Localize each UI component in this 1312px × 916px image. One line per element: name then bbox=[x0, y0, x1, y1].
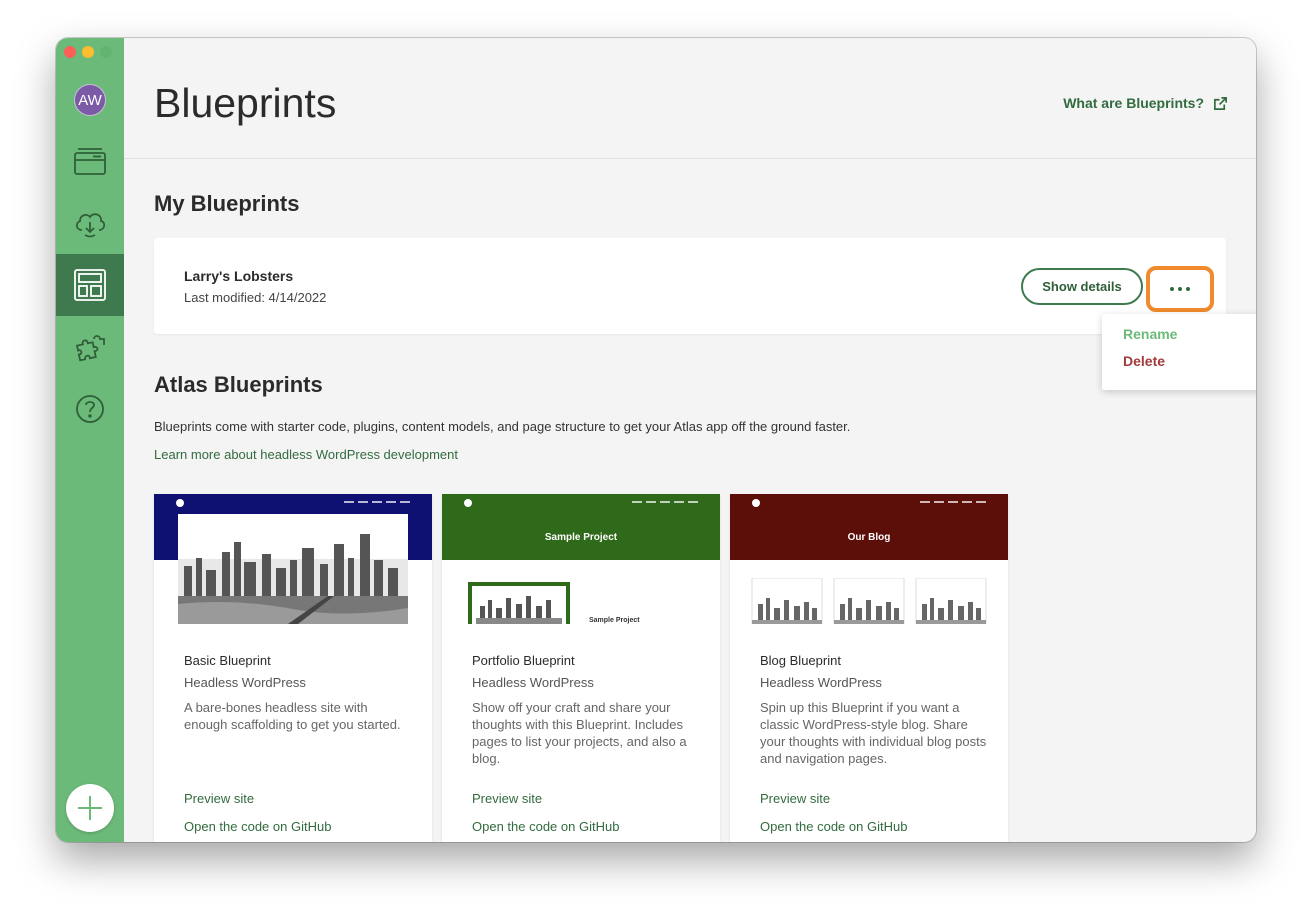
minimize-window-button[interactable] bbox=[82, 46, 94, 58]
blueprints-icon bbox=[74, 269, 106, 301]
card-title: Blog Blueprint bbox=[760, 653, 841, 668]
preview-site-link[interactable]: Preview site bbox=[760, 791, 830, 806]
more-options-button[interactable] bbox=[1146, 266, 1214, 312]
card-body: Basic Blueprint Headless WordPress A bar… bbox=[184, 653, 412, 733]
card-title: Basic Blueprint bbox=[184, 653, 271, 668]
github-link[interactable]: Open the code on GitHub bbox=[760, 819, 907, 834]
cloud-deploy-icon bbox=[75, 213, 106, 238]
thumbnail-header bbox=[730, 494, 1008, 560]
app-window: AW Blueprints What are Blueprints? My Bl… bbox=[56, 38, 1256, 842]
logo-icon bbox=[464, 499, 472, 507]
blueprint-thumbnail[interactable]: Sample Project Sample Project bbox=[442, 494, 720, 624]
ellipsis-icon-dot bbox=[1178, 287, 1182, 291]
options-menu: Rename Delete bbox=[1102, 314, 1256, 390]
thumbnail-subheading: Sample Project bbox=[589, 617, 640, 624]
card-description: Spin up this Blueprint if you want a cla… bbox=[760, 700, 987, 766]
card-title: Portfolio Blueprint bbox=[472, 653, 575, 668]
what-are-blueprints-label: What are Blueprints? bbox=[1063, 95, 1204, 111]
page-title: Blueprints bbox=[154, 80, 337, 126]
atlas-blueprints-description: Blueprints come with starter code, plugi… bbox=[154, 419, 851, 434]
sites-icon bbox=[74, 148, 106, 175]
learn-more-link[interactable]: Learn more about headless WordPress deve… bbox=[154, 447, 458, 462]
card-description: Show off your craft and share your thoug… bbox=[472, 700, 687, 766]
preview-site-link[interactable]: Preview site bbox=[184, 791, 254, 806]
card-body: Blog Blueprint Headless WordPress Spin u… bbox=[760, 653, 988, 767]
card-subtitle: Headless WordPress bbox=[760, 675, 882, 690]
preview-site-link[interactable]: Preview site bbox=[472, 791, 542, 806]
thumbnail-nav bbox=[920, 501, 986, 503]
github-link[interactable]: Open the code on GitHub bbox=[472, 819, 619, 834]
card-description: A bare-bones headless site with enough s… bbox=[184, 700, 401, 732]
thumbnail-header bbox=[442, 494, 720, 560]
blueprint-last-modified: Last modified: 4/14/2022 bbox=[184, 290, 327, 305]
sidebar-item-help[interactable] bbox=[56, 378, 124, 440]
logo-icon bbox=[176, 499, 184, 507]
external-link-icon bbox=[1214, 96, 1227, 110]
card-subtitle: Headless WordPress bbox=[472, 675, 594, 690]
thumbnail-nav bbox=[632, 501, 698, 503]
main-content: Blueprints What are Blueprints? My Bluep… bbox=[124, 38, 1256, 842]
plus-icon bbox=[78, 796, 102, 820]
card-subtitle: Headless WordPress bbox=[184, 675, 306, 690]
rename-menu-item[interactable]: Rename bbox=[1123, 326, 1177, 342]
blog-post-thumbnails bbox=[751, 578, 987, 624]
help-icon bbox=[76, 395, 104, 423]
window-controls bbox=[64, 46, 112, 58]
thumbnail-heading: Our Blog bbox=[847, 532, 891, 543]
show-details-button[interactable]: Show details bbox=[1021, 268, 1143, 305]
blueprint-card-blog: Our Blog Blog Blueprint Headless WordPre… bbox=[730, 494, 1008, 842]
avatar[interactable]: AW bbox=[74, 84, 106, 116]
blueprint-card-basic: Basic Blueprint Headless WordPress A bar… bbox=[154, 494, 432, 842]
blueprint-name: Larry's Lobsters bbox=[184, 268, 294, 284]
close-window-button[interactable] bbox=[64, 46, 76, 58]
sidebar-item-blueprints[interactable] bbox=[56, 254, 124, 316]
logo-icon bbox=[752, 499, 760, 507]
github-link[interactable]: Open the code on GitHub bbox=[184, 819, 331, 834]
sidebar-item-sites[interactable] bbox=[56, 131, 124, 193]
ellipsis-icon-dot bbox=[1186, 287, 1190, 291]
my-blueprints-title: My Blueprints bbox=[154, 191, 300, 216]
skyline-image bbox=[476, 590, 562, 624]
add-button[interactable] bbox=[66, 784, 114, 832]
sidebar-item-deploy[interactable] bbox=[56, 193, 124, 255]
thumbnail-heading: Sample Project bbox=[544, 532, 618, 543]
blueprint-thumbnail[interactable]: Our Blog bbox=[730, 494, 1008, 624]
blueprint-thumbnail[interactable] bbox=[154, 494, 432, 624]
blueprint-card-portfolio: Sample Project Sample Project Portfolio … bbox=[442, 494, 720, 842]
puzzle-icon bbox=[75, 335, 105, 362]
thumbnail-nav bbox=[344, 501, 410, 503]
page-header: Blueprints What are Blueprints? bbox=[124, 38, 1256, 159]
atlas-blueprints-title: Atlas Blueprints bbox=[154, 372, 323, 397]
sidebar: AW bbox=[56, 38, 124, 842]
card-body: Portfolio Blueprint Headless WordPress S… bbox=[472, 653, 700, 767]
ellipsis-icon-dot bbox=[1170, 287, 1174, 291]
sidebar-item-extensions[interactable] bbox=[56, 316, 124, 378]
skyline-image bbox=[178, 514, 408, 624]
what-are-blueprints-link[interactable]: What are Blueprints? bbox=[1063, 95, 1228, 111]
my-blueprint-card: Larry's Lobsters Last modified: 4/14/202… bbox=[154, 238, 1226, 334]
zoom-window-button[interactable] bbox=[100, 46, 112, 58]
delete-menu-item[interactable]: Delete bbox=[1123, 353, 1165, 369]
